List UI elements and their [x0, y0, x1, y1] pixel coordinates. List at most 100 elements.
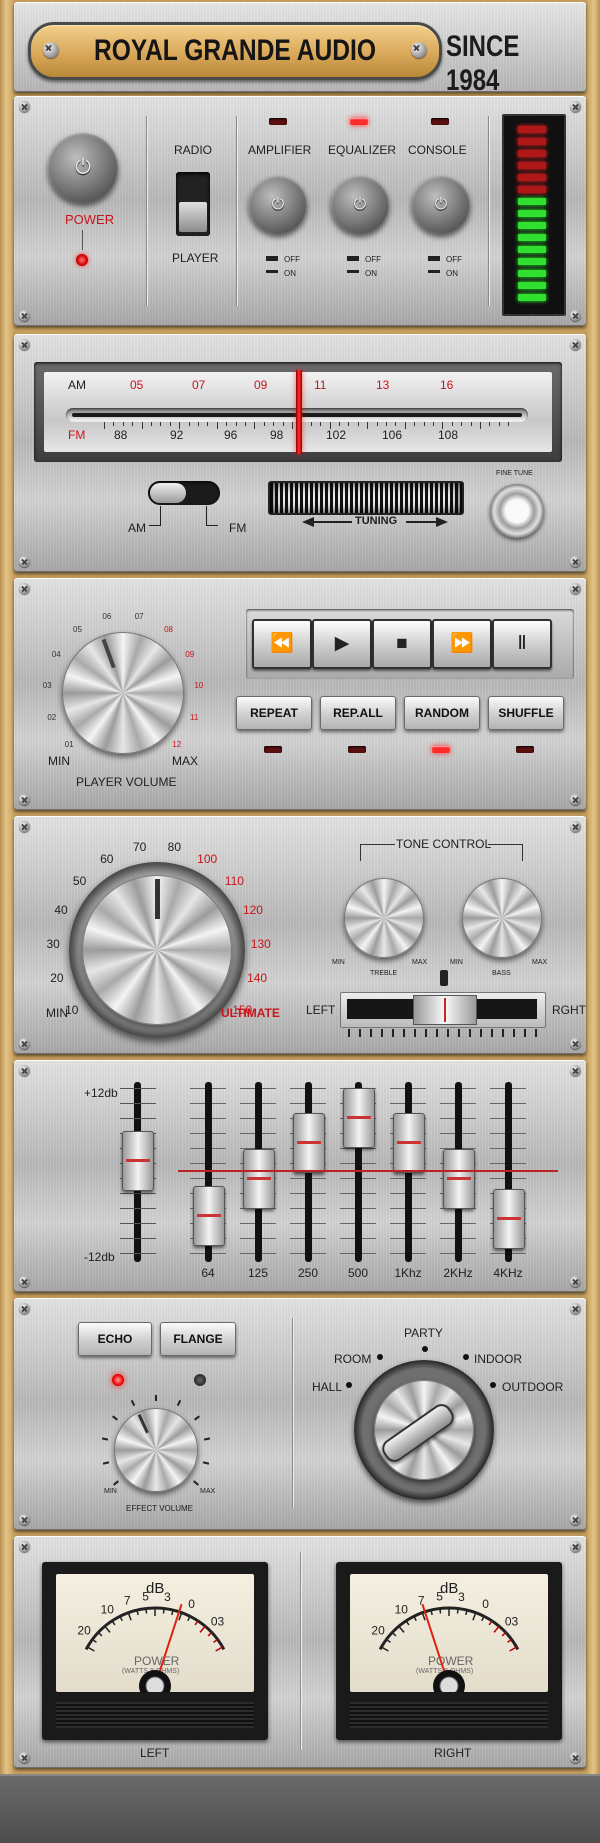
fm-scale-tick — [433, 422, 434, 426]
eq-tick — [120, 1253, 156, 1254]
fm-scale-tick — [179, 422, 181, 429]
am-fm-switch[interactable] — [148, 481, 220, 505]
bass-knob[interactable] — [462, 878, 542, 958]
console-led — [431, 118, 449, 125]
knob-indicator — [101, 638, 116, 669]
am-scale-tick-label: 07 — [192, 378, 206, 392]
am-scale-tick-label: 11 — [314, 378, 327, 392]
master-scale-label: 140 — [247, 971, 268, 986]
rewind-button[interactable]: ⏪ — [252, 619, 312, 669]
screw — [570, 556, 581, 567]
eq-band-label: 64 — [201, 1266, 215, 1280]
fm-scale-tick — [367, 422, 369, 429]
selector-player-label: PLAYER — [172, 251, 219, 265]
fm-scale-tick — [254, 422, 256, 429]
screw — [19, 310, 30, 321]
eq-fader-500[interactable] — [343, 1088, 375, 1149]
meter-tick — [391, 1631, 397, 1637]
toggle-icon — [347, 270, 359, 273]
equalizer-power-button[interactable]: ⏻ — [331, 176, 389, 234]
player-scale-label: 09 — [185, 649, 195, 659]
fm-scale-tick — [226, 422, 228, 426]
meter-scale-label: 10 — [395, 1603, 409, 1617]
fm-scale-tick — [451, 422, 453, 426]
eq-fader-125[interactable] — [243, 1149, 275, 1210]
left-vu-meter: dB POWER (WATTS 8 OHMS) 2010753003 — [42, 1562, 268, 1740]
effect-max-label: MAX — [200, 1488, 216, 1495]
bass-label: BASS — [492, 970, 511, 977]
eq-band-label: 250 — [297, 1266, 319, 1280]
pause-button[interactable]: Ⅱ — [492, 619, 552, 669]
selector-radio-label: RADIO — [174, 143, 213, 157]
amplifier-power-button[interactable]: ⏻ — [249, 176, 307, 234]
meter-scale-label: 03 — [211, 1614, 225, 1628]
eq-fader-250[interactable] — [293, 1112, 325, 1173]
fine-tune-knob[interactable] — [490, 484, 544, 538]
tone-bracket — [360, 844, 395, 861]
tuning-left-arrow-icon — [302, 517, 314, 527]
bass-max: MAX — [532, 959, 548, 966]
band-connector — [160, 506, 161, 526]
fm-scale-tick — [132, 422, 134, 426]
eq-faders: 64 125 250 500 1Khz 2KHz 4KHz — [14, 1060, 586, 1292]
mode-indoor[interactable]: INDOOR — [474, 1352, 522, 1366]
treble-knob[interactable] — [344, 878, 424, 958]
repeat-button[interactable]: REPEAT — [236, 696, 312, 730]
fm-scale-tick — [376, 422, 378, 426]
main-power-button[interactable]: ⏻ — [48, 133, 118, 203]
balance-ticks — [348, 1029, 538, 1037]
fm-scale-tick — [461, 422, 463, 426]
player-volume-knob[interactable] — [62, 632, 184, 754]
effect-min-label: MIN — [104, 1488, 117, 1495]
mode-outdoor[interactable]: OUTDOOR — [502, 1380, 563, 1394]
screw — [19, 794, 30, 805]
screw — [570, 821, 581, 832]
player-scale-label: 04 — [51, 649, 61, 659]
master-volume-knob[interactable] — [82, 875, 232, 1025]
player-scale-label: 08 — [164, 625, 173, 635]
repeat-led — [264, 746, 282, 753]
level-segment-green — [518, 198, 546, 205]
effect-scale-tick — [112, 1415, 118, 1421]
play-button[interactable]: ▶ — [312, 619, 372, 669]
tuning-line — [406, 521, 436, 523]
mode-hall[interactable]: HALL — [312, 1380, 342, 1394]
master-scale-label: 80 — [167, 840, 182, 855]
meter-tick — [97, 1631, 103, 1637]
effect-volume-knob[interactable] — [114, 1408, 198, 1492]
fm-scale-tick — [198, 422, 199, 426]
divider — [146, 116, 147, 306]
screw — [19, 101, 30, 112]
tone-control-label: TONE CONTROL — [396, 837, 492, 851]
mode-room[interactable]: ROOM — [334, 1352, 371, 1366]
level-segment-red — [518, 126, 546, 133]
mode-party[interactable]: PARTY — [404, 1326, 443, 1340]
balance-slider[interactable] — [340, 992, 546, 1028]
cabinet-base — [0, 1774, 600, 1843]
fm-scale-tick — [104, 422, 105, 429]
fm-scale-tick — [329, 422, 331, 429]
dial-needle[interactable] — [296, 370, 302, 454]
fm-scale-tick — [113, 422, 115, 426]
level-segment-green — [518, 258, 546, 265]
level-segment-green — [518, 294, 546, 301]
stop-button[interactable]: ■ — [372, 619, 432, 669]
console-power-button[interactable]: ⏻ — [412, 176, 470, 234]
forward-button[interactable]: ⏩ — [432, 619, 492, 669]
effect-scale-tick — [193, 1415, 200, 1421]
level-segment-red — [518, 174, 546, 181]
repeat-all-button[interactable]: REP.ALL — [320, 696, 396, 730]
shuffle-button[interactable]: SHUFFLE — [488, 696, 564, 730]
radio-player-switch[interactable] — [176, 172, 210, 236]
tuning-wheel[interactable] — [268, 481, 464, 515]
random-button[interactable]: RANDOM — [404, 696, 480, 730]
eq-band-label: 500 — [347, 1266, 369, 1280]
eq-fader-1Khz[interactable] — [393, 1112, 425, 1173]
player-min-label: MIN — [48, 754, 70, 768]
eq-fader-2KHz[interactable] — [443, 1149, 475, 1210]
eq-master-fader[interactable] — [122, 1130, 154, 1191]
band-fm-label: FM — [229, 521, 247, 535]
eq-fader-4KHz[interactable] — [493, 1189, 525, 1250]
meter-scale-label: 5 — [142, 1589, 149, 1603]
eq-fader-64[interactable] — [193, 1185, 225, 1246]
